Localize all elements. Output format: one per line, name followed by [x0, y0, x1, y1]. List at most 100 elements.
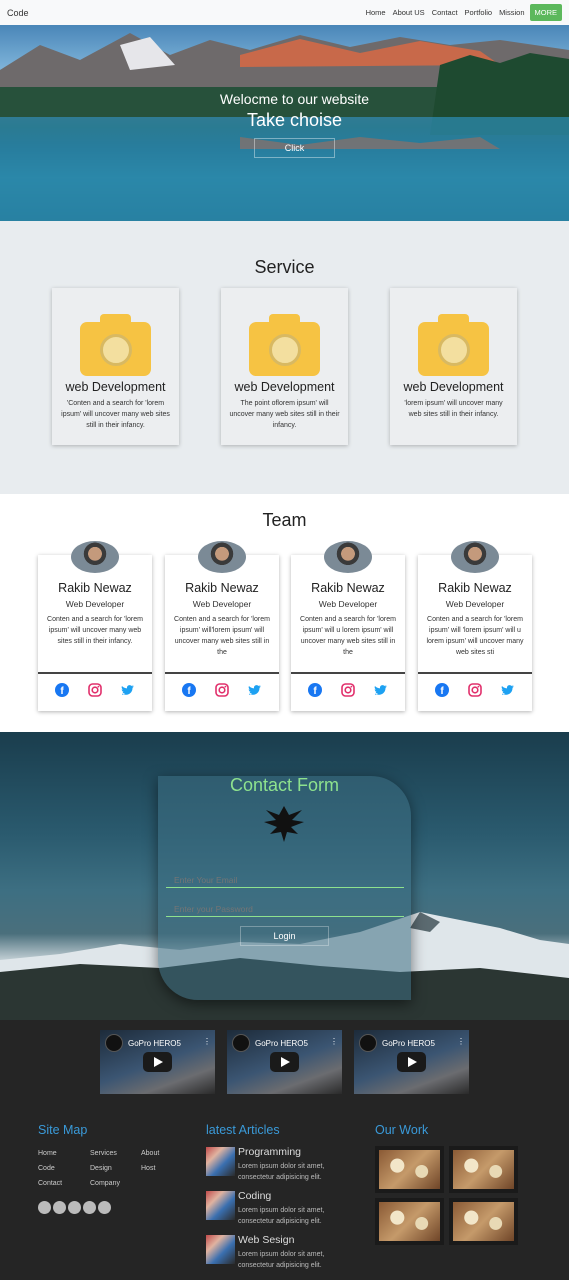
hero-text: Welocme to our website Take choise Click — [0, 25, 569, 221]
skype-icon[interactable] — [98, 1201, 111, 1214]
team-card: Rakib Newaz Web Developer Conten and a s… — [165, 541, 279, 711]
hero-banner: Welocme to our website Take choise Click — [0, 25, 569, 221]
team-card: Rakib Newaz Web Developer Conten and a s… — [418, 541, 532, 711]
avatar — [71, 541, 119, 573]
hero-welcome: Welocme to our website — [219, 90, 370, 107]
avatar — [451, 541, 499, 573]
login-button[interactable]: Login — [240, 926, 329, 946]
instagram-icon[interactable] — [468, 683, 482, 697]
email-field[interactable] — [166, 868, 404, 888]
footer-link-contact[interactable]: Contact — [38, 1180, 62, 1187]
footer-link-host[interactable]: Host — [141, 1165, 155, 1172]
article-title[interactable]: Programming — [238, 1146, 301, 1158]
article-excerpt: Lorem ipsum dolor sit amet, consectetur … — [238, 1251, 325, 1269]
article-thumbnail — [206, 1191, 235, 1220]
instagram-icon[interactable] — [53, 1201, 66, 1214]
site-map-title: Site Map — [38, 1123, 88, 1137]
nav-link-contact[interactable]: Contact — [432, 8, 458, 17]
instagram-icon[interactable] — [88, 683, 102, 697]
more-options-icon[interactable]: ⋮ — [330, 1037, 338, 1046]
work-image[interactable] — [449, 1198, 518, 1245]
article-title[interactable]: Web Sesign — [238, 1234, 294, 1246]
nav-links: Home About US Contact Portfolio Mission … — [359, 4, 562, 21]
camera-icon — [418, 314, 489, 376]
camera-icon — [249, 314, 320, 376]
service-card-title: web Development — [403, 380, 504, 394]
nav-link-home[interactable]: Home — [366, 8, 386, 17]
channel-avatar — [105, 1034, 123, 1052]
member-name: Rakib Newaz — [311, 581, 385, 595]
contact-form: Contact Form Login — [158, 775, 411, 1000]
article-excerpt: Lorem ipsum dolor sit amet, consectetur … — [238, 1163, 325, 1181]
nav-link-portfolio[interactable]: Portfolio — [465, 8, 493, 17]
service-card: web Development The point oflorem ipsum'… — [221, 288, 348, 445]
play-icon[interactable] — [397, 1052, 426, 1072]
footer-link-services[interactable]: Services — [90, 1150, 117, 1157]
hero-subtitle: Take choise — [246, 109, 343, 130]
facebook-icon[interactable]: f — [182, 683, 197, 697]
service-section: Service web Development 'Conten and a se… — [0, 221, 569, 494]
social-links: f — [418, 683, 532, 697]
play-icon[interactable] — [270, 1052, 299, 1072]
hero-click-button[interactable]: Click — [253, 137, 336, 158]
contact-section: Contact Form Login — [0, 732, 569, 1020]
footer: GoPro HERO5 ⋮ GoPro HERO5 ⋮ GoPro HERO5 … — [0, 1020, 569, 1280]
twitter-icon[interactable] — [374, 683, 388, 697]
work-image[interactable] — [449, 1146, 518, 1193]
more-options-icon[interactable]: ⋮ — [203, 1037, 211, 1046]
video-embed[interactable]: GoPro HERO5 ⋮ — [227, 1030, 342, 1094]
member-role: Web Developer — [192, 599, 252, 609]
service-card: web Development 'lorem ipsum' will uncov… — [390, 288, 517, 445]
member-role: Web Developer — [318, 599, 378, 609]
contact-form-title: Contact Form — [229, 775, 340, 795]
instagram-icon[interactable] — [215, 683, 229, 697]
footer-social-icons — [38, 1201, 113, 1214]
facebook-icon[interactable]: f — [308, 683, 323, 697]
social-links: f — [165, 683, 279, 697]
divider — [291, 672, 405, 674]
service-title: Service — [254, 257, 315, 277]
social-links: f — [291, 683, 405, 697]
twitter-icon[interactable] — [248, 683, 262, 697]
footer-link-company[interactable]: Company — [90, 1180, 120, 1187]
more-button[interactable]: MORE — [529, 4, 562, 21]
video-embed[interactable]: GoPro HERO5 ⋮ — [100, 1030, 215, 1094]
footer-link-design[interactable]: Design — [90, 1165, 112, 1172]
brand-logo[interactable]: Code — [7, 8, 29, 18]
facebook-icon[interactable] — [38, 1201, 51, 1214]
phoenix-logo-icon — [264, 806, 304, 842]
facebook-icon[interactable]: f — [435, 683, 450, 697]
member-name: Rakib Newaz — [58, 581, 132, 595]
team-section: Team Rakib Newaz Web Developer Conten an… — [0, 494, 569, 732]
our-work-title: Our Work — [375, 1123, 429, 1137]
channel-avatar — [359, 1034, 377, 1052]
video-embed[interactable]: GoPro HERO5 ⋮ — [354, 1030, 469, 1094]
play-icon[interactable] — [143, 1052, 172, 1072]
nav-link-mission[interactable]: Mission — [499, 8, 524, 17]
member-bio: Conten and a search for 'lorem ipsum' wi… — [300, 616, 396, 656]
video-title: GoPro HERO5 — [382, 1039, 435, 1048]
service-card-title: web Development — [65, 380, 166, 394]
snapchat-icon[interactable] — [83, 1201, 96, 1214]
video-title: GoPro HERO5 — [128, 1039, 181, 1048]
work-image[interactable] — [375, 1146, 444, 1193]
more-options-icon[interactable]: ⋮ — [457, 1037, 465, 1046]
member-name: Rakib Newaz — [438, 581, 512, 595]
member-bio: Conten and a search for 'lorem ipsum' wi… — [174, 616, 270, 656]
footer-link-home[interactable]: Home — [38, 1150, 57, 1157]
service-card-title: web Development — [234, 380, 335, 394]
article-title[interactable]: Coding — [238, 1190, 271, 1202]
twitter-icon[interactable] — [121, 683, 135, 697]
instagram-icon[interactable] — [341, 683, 355, 697]
work-image[interactable] — [375, 1198, 444, 1245]
footer-link-about[interactable]: About — [141, 1150, 159, 1157]
latest-articles-title: latest Articles — [206, 1123, 280, 1137]
password-field[interactable] — [166, 897, 404, 917]
camera-icon — [80, 314, 151, 376]
twitter-icon[interactable] — [501, 683, 515, 697]
twitter-icon[interactable] — [68, 1201, 81, 1214]
nav-link-about[interactable]: About US — [393, 8, 425, 17]
facebook-icon[interactable]: f — [55, 683, 70, 697]
footer-link-code[interactable]: Code — [38, 1165, 55, 1172]
service-card-text: 'Conten and a search for 'lorem ipsum' w… — [61, 400, 170, 429]
